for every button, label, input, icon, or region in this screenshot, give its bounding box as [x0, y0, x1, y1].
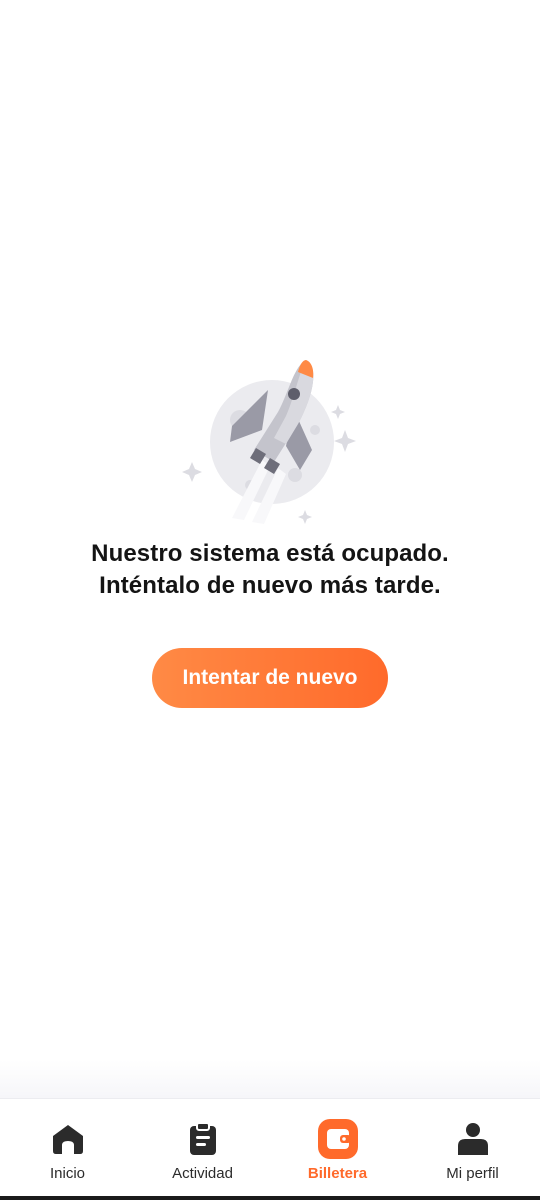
bottom-tab-bar: Inicio Actividad Billetera Mi perfil	[0, 1098, 540, 1200]
tab-label: Billetera	[307, 1165, 368, 1182]
error-message-line-1: Nuestro sistema está ocupado.	[91, 540, 449, 567]
profile-icon	[452, 1119, 494, 1159]
tab-label: Inicio	[49, 1165, 86, 1182]
app-screen: Nuestro sistema está ocupado. Inténtalo …	[0, 0, 540, 1200]
error-state: Nuestro sistema está ocupado. Inténtalo …	[0, 350, 540, 708]
bottom-fade	[0, 1060, 540, 1098]
tab-label: Actividad	[172, 1165, 233, 1182]
clipboard-icon	[182, 1119, 224, 1159]
tab-mi-perfil[interactable]: Mi perfil	[405, 1099, 540, 1200]
tab-billetera[interactable]: Billetera	[270, 1099, 405, 1200]
retry-button[interactable]: Intentar de nuevo	[152, 648, 388, 708]
home-icon	[47, 1119, 89, 1159]
system-home-bar	[0, 1196, 540, 1200]
error-message: Nuestro sistema está ocupado. Inténtalo …	[91, 538, 449, 602]
tab-label: Mi perfil	[446, 1165, 499, 1182]
tab-actividad[interactable]: Actividad	[135, 1099, 270, 1200]
wallet-icon	[317, 1119, 359, 1159]
error-message-line-2: Inténtalo de nuevo más tarde.	[99, 572, 441, 599]
rocket-illustration	[182, 360, 356, 524]
tab-inicio[interactable]: Inicio	[0, 1099, 135, 1200]
